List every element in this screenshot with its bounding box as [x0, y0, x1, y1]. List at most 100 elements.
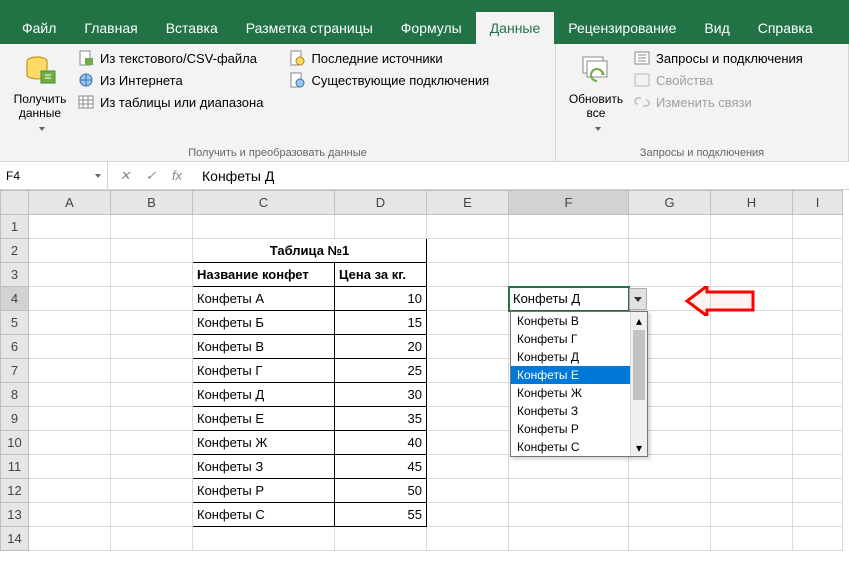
chevron-down-icon [92, 169, 101, 183]
col-header-g[interactable]: G [629, 191, 711, 215]
row-header[interactable]: 4 [1, 287, 29, 311]
list-item[interactable]: Конфеты С [511, 438, 647, 456]
tab-insert[interactable]: Вставка [152, 12, 232, 44]
refresh-all-button[interactable]: Обновить все [562, 48, 630, 145]
row-header[interactable]: 14 [1, 527, 29, 551]
scroll-down-button[interactable]: ▾ [631, 439, 647, 456]
dropdown-button[interactable] [629, 288, 647, 310]
col-header-c[interactable]: C [193, 191, 335, 215]
tab-view[interactable]: Вид [690, 12, 743, 44]
chevron-down-icon [592, 121, 601, 135]
table-cell[interactable]: Конфеты Г [193, 359, 335, 383]
edit-links-button: Изменить связи [634, 94, 803, 110]
table-cell[interactable]: 10 [335, 287, 427, 311]
cell-f4[interactable]: Конфеты Д [509, 287, 629, 311]
enter-button[interactable]: ✓ [142, 168, 160, 184]
table-icon [78, 94, 94, 110]
existing-connections-label: Существующие подключения [311, 73, 489, 88]
table-cell[interactable]: Конфеты Р [193, 479, 335, 503]
tab-home[interactable]: Главная [70, 12, 151, 44]
recent-sources-button[interactable]: Последние источники [289, 50, 489, 66]
cancel-button[interactable]: ✕ [116, 168, 134, 184]
row-header[interactable]: 8 [1, 383, 29, 407]
tab-formulas[interactable]: Формулы [387, 12, 476, 44]
queries-connections-button[interactable]: Запросы и подключения [634, 50, 803, 66]
scroll-up-button[interactable]: ▴ [631, 312, 647, 329]
dropdown-list[interactable]: Конфеты В Конфеты Г Конфеты Д Конфеты Е … [510, 311, 648, 457]
properties-label: Свойства [656, 73, 713, 88]
connections-file-icon [289, 72, 305, 88]
row-header[interactable]: 12 [1, 479, 29, 503]
table-cell[interactable]: Конфеты Б [193, 311, 335, 335]
row-header[interactable]: 13 [1, 503, 29, 527]
table-cell[interactable]: 50 [335, 479, 427, 503]
get-data-button[interactable]: Получить данные [6, 48, 74, 145]
col-header-a[interactable]: A [29, 191, 111, 215]
table-header-cell[interactable]: Цена за кг. [335, 263, 427, 287]
worksheet[interactable]: A B C D E F G H I 1 2 Таблица №1 3 Названи… [0, 190, 849, 551]
table-cell[interactable]: 20 [335, 335, 427, 359]
select-all-corner[interactable] [1, 191, 29, 215]
table-cell[interactable]: 25 [335, 359, 427, 383]
list-item[interactable]: Конфеты Г [511, 330, 647, 348]
list-item[interactable]: Конфеты Е [511, 366, 647, 384]
tab-pagelayout[interactable]: Разметка страницы [232, 12, 387, 44]
table-cell[interactable]: Конфеты Е [193, 407, 335, 431]
name-box[interactable]: F4 [0, 162, 108, 189]
ribbon: Получить данные Из текстового/CSV-файла … [0, 44, 849, 162]
table-cell[interactable]: Конфеты Д [193, 383, 335, 407]
existing-connections-button[interactable]: Существующие подключения [289, 72, 489, 88]
row-header[interactable]: 10 [1, 431, 29, 455]
table-cell[interactable]: 45 [335, 455, 427, 479]
table-cell[interactable]: 40 [335, 431, 427, 455]
from-web-button[interactable]: Из Интернета [78, 72, 263, 88]
row-header[interactable]: 5 [1, 311, 29, 335]
row-header[interactable]: 6 [1, 335, 29, 359]
row-header[interactable]: 2 [1, 239, 29, 263]
table-cell[interactable]: Конфеты Ж [193, 431, 335, 455]
table-cell[interactable]: 55 [335, 503, 427, 527]
table-cell[interactable]: 35 [335, 407, 427, 431]
col-header-b[interactable]: B [111, 191, 193, 215]
table-cell[interactable]: 15 [335, 311, 427, 335]
from-text-csv-button[interactable]: Из текстового/CSV-файла [78, 50, 263, 66]
database-icon [22, 52, 58, 88]
link-icon [634, 94, 650, 110]
row-header[interactable]: 7 [1, 359, 29, 383]
tab-help[interactable]: Справка [744, 12, 827, 44]
list-item[interactable]: Конфеты Ж [511, 384, 647, 402]
fx-button[interactable]: fx [168, 168, 186, 183]
table-cell[interactable]: 30 [335, 383, 427, 407]
row-header[interactable]: 11 [1, 455, 29, 479]
list-item[interactable]: Конфеты Р [511, 420, 647, 438]
table-cell[interactable]: Конфеты А [193, 287, 335, 311]
list-item[interactable]: Конфеты З [511, 402, 647, 420]
table-header-cell[interactable]: Название конфет [193, 263, 335, 287]
tab-review[interactable]: Рецензирование [554, 12, 690, 44]
scrollbar[interactable]: ▴ ▾ [630, 312, 647, 456]
table-cell[interactable]: Конфеты З [193, 455, 335, 479]
table-cell[interactable]: Конфеты С [193, 503, 335, 527]
tab-data[interactable]: Данные [476, 12, 555, 44]
row-header[interactable]: 1 [1, 215, 29, 239]
refresh-all-label: Обновить все [569, 92, 623, 121]
col-header-d[interactable]: D [335, 191, 427, 215]
col-header-f[interactable]: F [509, 191, 629, 215]
scroll-thumb[interactable] [633, 330, 645, 400]
row-header[interactable]: 9 [1, 407, 29, 431]
table-title-cell[interactable]: Таблица №1 [193, 239, 427, 263]
from-table-button[interactable]: Из таблицы или диапазона [78, 94, 263, 110]
table-cell[interactable]: Конфеты В [193, 335, 335, 359]
col-header-h[interactable]: H [711, 191, 793, 215]
list-item[interactable]: Конфеты Д [511, 348, 647, 366]
recent-sources-label: Последние источники [311, 51, 442, 66]
name-box-value: F4 [6, 169, 20, 183]
tab-file[interactable]: Файл [8, 12, 70, 44]
list-item[interactable]: Конфеты В [511, 312, 647, 330]
formula-bar: F4 ✕ ✓ fx Конфеты Д [0, 162, 849, 190]
col-header-e[interactable]: E [427, 191, 509, 215]
group-label-transform: Получить и преобразовать данные [6, 145, 549, 159]
row-header[interactable]: 3 [1, 263, 29, 287]
formula-input[interactable]: Конфеты Д [194, 168, 849, 184]
col-header-i[interactable]: I [793, 191, 843, 215]
